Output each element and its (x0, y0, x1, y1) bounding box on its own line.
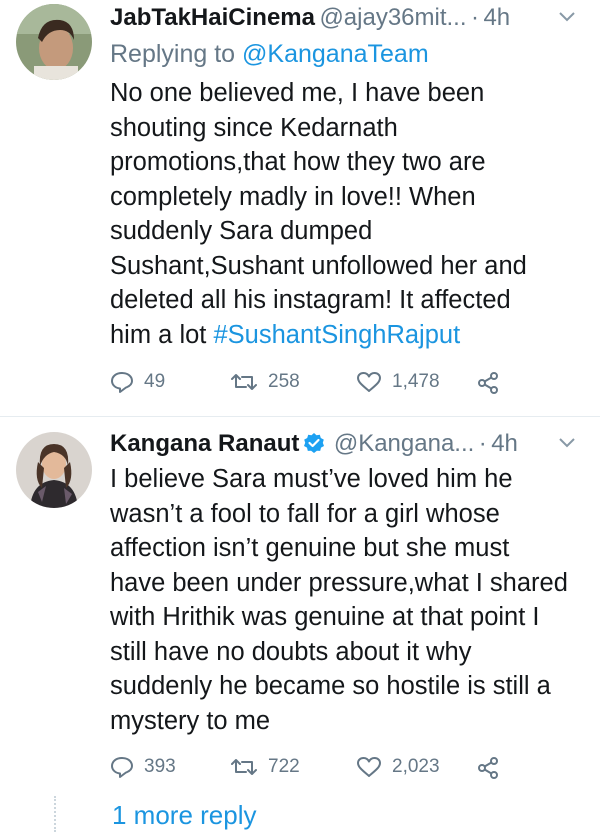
chevron-down-icon[interactable] (558, 10, 576, 28)
reply-icon (111, 372, 133, 393)
heart-icon (357, 372, 381, 392)
tweet-divider (0, 416, 600, 417)
reply-button[interactable]: 49 (110, 371, 165, 393)
tweet-1[interactable]: JabTakHaiCinema @ajay36mit... · 4h Reply… (0, 0, 600, 418)
user-handle[interactable]: @Kangana... (334, 430, 474, 457)
hashtag-link[interactable]: #SushantSinghRajput (213, 321, 460, 349)
replying-to: Replying to @KanganaTeam (110, 40, 429, 69)
retweet-count: 258 (268, 371, 300, 392)
tweet-text-line: promotions,that how they two are (110, 148, 486, 176)
tweet-text: I believe Sara must’ve loved him he wasn… (110, 462, 580, 738)
tweet-text-segment: him a lot (110, 320, 214, 349)
share-icon (478, 372, 498, 394)
tweet-header: Kangana Ranaut @Kangana... · 4h (110, 430, 580, 462)
timestamp[interactable]: 4h (491, 430, 518, 457)
share-button[interactable] (476, 756, 510, 780)
tweet-actions: 393 722 2,023 (110, 756, 530, 784)
tweet-text-line: him a lot #SushantSinghRajput (110, 318, 580, 353)
tweet-text-line: still have no doubts about it why (110, 637, 472, 666)
tweet-text-line: suddenly he became so hostile is still a (110, 672, 551, 700)
reply-count: 49 (144, 371, 166, 392)
replying-to-label: Replying to (110, 40, 243, 68)
thread-connector (54, 796, 56, 832)
share-icon (478, 757, 498, 779)
avatar[interactable] (16, 432, 92, 508)
tweet-2[interactable]: Kangana Ranaut @Kangana... · 4h I believ… (0, 418, 600, 798)
tweet-text-line: completely madly in love!! When (110, 182, 476, 211)
replying-to-link[interactable]: @KanganaTeam (242, 40, 429, 68)
separator-dot: · (478, 430, 487, 457)
tweet-text-line: suddenly Sara dumped (110, 217, 373, 245)
tweet-text-line: No one believed me, I have been (110, 79, 485, 107)
reply-icon (111, 757, 133, 778)
timestamp[interactable]: 4h (483, 4, 510, 31)
tweet-text-line: have been under pressure,what I shared (110, 568, 568, 597)
tweet-text-line: mystery to me (110, 706, 271, 735)
tweet-text-line: deleted all his instagram! It affected (110, 286, 511, 314)
share-button[interactable] (476, 371, 510, 395)
more-replies-link[interactable]: 1 more reply (112, 800, 257, 831)
tweet-actions: 49 258 1,478 (110, 371, 530, 399)
tweet-text-line: shouting since Kedarnath (110, 113, 398, 142)
like-count: 1,478 (392, 371, 440, 392)
like-count: 2,023 (392, 756, 440, 777)
tweet-text: No one believed me, I have been shouting… (110, 76, 580, 352)
tweet-text-line: with Hrithik was genuine at that point I (110, 603, 540, 631)
separator-dot: · (470, 4, 479, 31)
verified-badge-icon (303, 432, 325, 459)
tweet-text-line: affection isn’t genuine but she must (110, 534, 510, 562)
like-button[interactable]: 2,023 (356, 756, 440, 778)
user-handle[interactable]: @ajay36mit... (319, 4, 466, 31)
avatar[interactable] (16, 4, 92, 80)
heart-icon (357, 757, 381, 777)
reply-count: 393 (144, 756, 176, 777)
tweet-header: JabTakHaiCinema @ajay36mit... · 4h (110, 4, 580, 36)
reply-button[interactable]: 393 (110, 756, 176, 778)
retweet-button[interactable]: 722 (230, 756, 300, 778)
tweet-text-line: Sushant,Sushant unfollowed her and (110, 251, 527, 280)
chevron-down-icon[interactable] (558, 436, 576, 454)
retweet-icon (231, 374, 257, 390)
tweet-text-line: wasn’t a fool to fall for a girl whose (110, 499, 500, 528)
display-name[interactable]: JabTakHaiCinema (110, 4, 315, 31)
retweet-count: 722 (268, 756, 300, 777)
retweet-button[interactable]: 258 (230, 371, 300, 393)
tweet-text-line: I believe Sara must’ve loved him he (110, 465, 513, 493)
like-button[interactable]: 1,478 (356, 371, 440, 393)
display-name[interactable]: Kangana Ranaut (110, 430, 299, 457)
retweet-icon (231, 759, 257, 775)
